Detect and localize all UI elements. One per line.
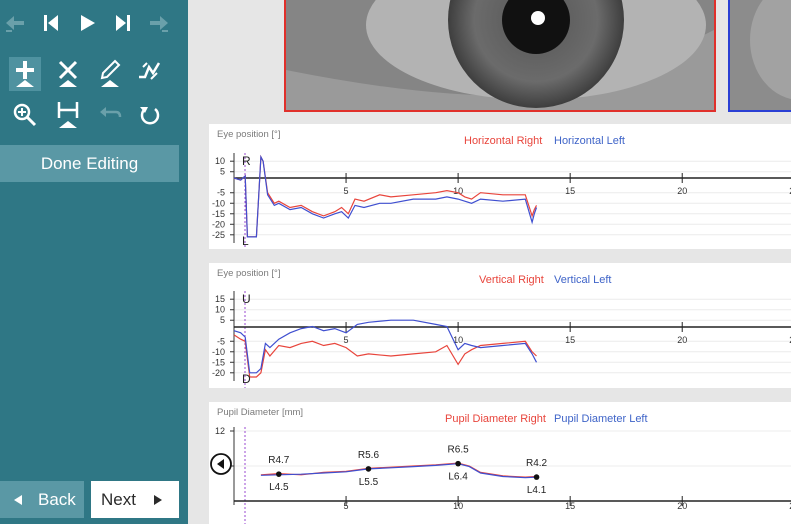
x-tick-label: 20 xyxy=(677,335,687,345)
pupil-marker-point xyxy=(365,466,372,472)
y-tick-label: 10 xyxy=(215,305,225,315)
collapse-panel-button[interactable] xyxy=(210,453,232,475)
pupil-marker-left-value: L5.5 xyxy=(359,477,379,488)
next-button[interactable]: Next xyxy=(91,481,179,518)
back-arrow-icon xyxy=(14,494,22,505)
y-tick-label: -20 xyxy=(212,219,225,229)
undo-icon[interactable] xyxy=(94,99,126,131)
x-tick-label: 20 xyxy=(677,501,687,511)
y-tick-label: 15 xyxy=(215,294,225,304)
y-tick-label: 5 xyxy=(220,167,225,177)
x-tick-label: 5 xyxy=(344,186,349,196)
pupil-marker-right-value: R5.6 xyxy=(358,450,380,461)
y-tick-label: -5 xyxy=(217,188,225,198)
pupil-marker-right-value: R6.5 xyxy=(448,445,470,456)
add-marker-tool-icon[interactable] xyxy=(9,57,41,91)
direction-letter-top: U xyxy=(242,292,251,306)
y-tick-label: -15 xyxy=(212,357,225,367)
play-icon[interactable] xyxy=(72,8,102,38)
y-tick-label: -15 xyxy=(212,209,225,219)
step-forward-icon[interactable] xyxy=(108,8,138,38)
reset-icon[interactable] xyxy=(134,99,166,131)
skip-to-next-marker-icon[interactable] xyxy=(144,8,174,38)
pupil-marker-right-value: R4.7 xyxy=(268,455,290,466)
vertical-position-panel: Eye position [°] Vertical Right Vertical… xyxy=(209,263,791,388)
x-tick-label: 15 xyxy=(565,501,575,511)
editing-sidebar: Done Editing Back Next xyxy=(0,0,188,524)
series-line-left xyxy=(233,319,538,374)
direction-letter-top: R xyxy=(242,154,251,168)
pupil-marker-left-value: L4.5 xyxy=(269,482,289,493)
x-tick-label: 20 xyxy=(677,186,687,196)
y-tick-label: 10 xyxy=(215,156,225,166)
pupil-marker-left-value: L6.4 xyxy=(448,472,468,483)
next-button-label: Next xyxy=(101,489,136,509)
back-button-label: Back xyxy=(38,489,76,509)
x-tick-label: 5 xyxy=(344,335,349,345)
pupil-marker-point xyxy=(276,471,282,477)
pupil-diameter-chart[interactable]: 126510152025R4.7L4.5R5.6L5.5R6.5L6.4R4.2… xyxy=(209,402,791,524)
x-tick-label: 15 xyxy=(565,186,575,196)
analysis-area: Eye position [°] Horizontal Right Horizo… xyxy=(188,0,791,524)
vertical-position-chart[interactable]: 15105-5-10-15-20510152025UD xyxy=(209,263,791,388)
y-tick-label: 5 xyxy=(220,315,225,325)
pupil-marker-right-value: R4.2 xyxy=(526,458,548,469)
series-line-right xyxy=(233,154,538,238)
next-arrow-icon xyxy=(153,494,162,505)
pencil-edit-tool-icon[interactable] xyxy=(94,57,126,91)
y-tick-label: -10 xyxy=(212,198,225,208)
y-tick-label: -10 xyxy=(212,347,225,357)
direction-letter-bottom: D xyxy=(242,372,251,386)
horizontal-position-panel: Eye position [°] Horizontal Right Horizo… xyxy=(209,124,791,249)
horizontal-position-chart[interactable]: 105-5-10-15-20-25510152025RL xyxy=(209,124,791,249)
y-tick-label: -25 xyxy=(212,230,225,240)
smooth-trace-tool-icon[interactable] xyxy=(134,57,166,91)
x-tick-label: 15 xyxy=(565,335,575,345)
pupil-marker-left-value: L4.1 xyxy=(527,485,547,496)
series-line-left xyxy=(233,154,538,238)
y-tick-label: -5 xyxy=(217,336,225,346)
delete-marker-tool-icon[interactable] xyxy=(52,57,84,91)
fit-range-tool-icon[interactable] xyxy=(52,99,84,131)
step-back-icon[interactable] xyxy=(36,8,66,38)
back-button[interactable]: Back xyxy=(0,481,84,518)
zoom-in-icon[interactable] xyxy=(9,99,41,131)
pupil-diameter-panel: Pupil Diameter [mm] Pupil Diameter Right… xyxy=(209,402,791,524)
pupil-marker-point xyxy=(533,474,540,480)
left-eye-video xyxy=(728,0,791,112)
skip-to-previous-marker-icon[interactable] xyxy=(0,8,30,38)
x-tick-label: 10 xyxy=(453,501,463,511)
right-eye-video xyxy=(284,0,716,112)
direction-letter-bottom: L xyxy=(242,234,249,248)
pupil-marker-point xyxy=(455,460,461,467)
done-editing-button[interactable]: Done Editing xyxy=(0,145,179,182)
y-tick-label: 12 xyxy=(215,426,225,436)
x-tick-label: 5 xyxy=(344,501,349,511)
y-tick-label: -20 xyxy=(212,368,225,378)
